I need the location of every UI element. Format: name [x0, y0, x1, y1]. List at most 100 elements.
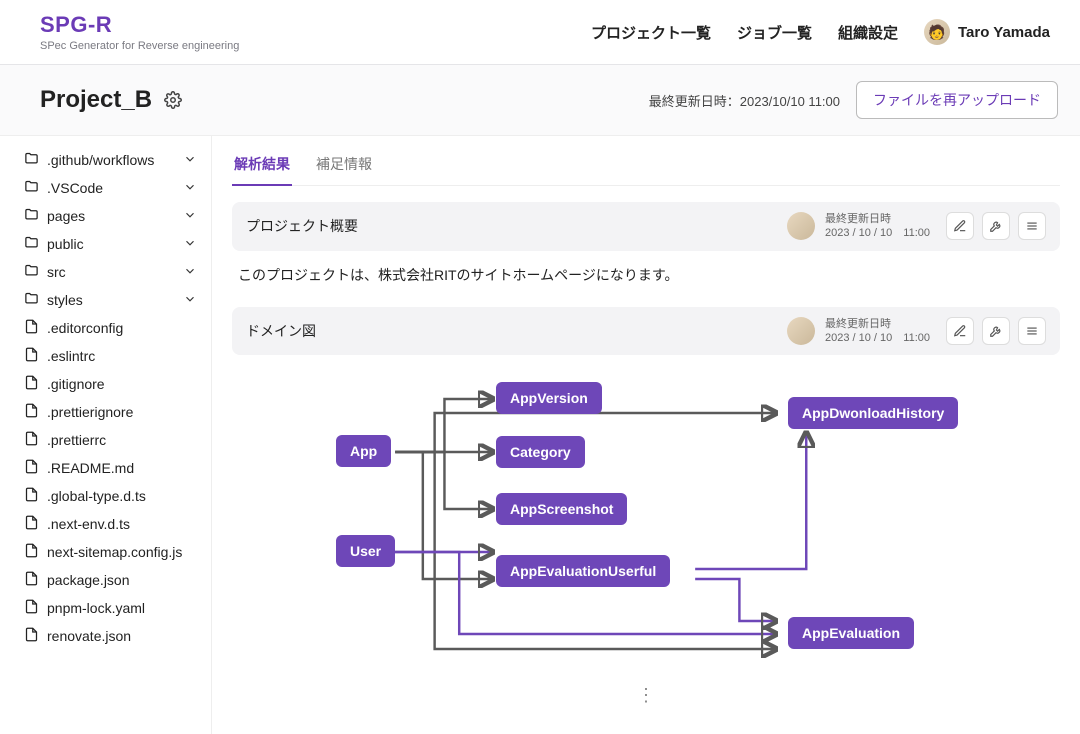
folder-icon	[24, 235, 39, 253]
file-icon	[24, 543, 39, 561]
sidebar-file[interactable]: renovate.json	[24, 622, 197, 650]
folder-icon	[24, 207, 39, 225]
sidebar-file[interactable]: .eslintrc	[24, 342, 197, 370]
avatar-icon: 🧑	[924, 19, 950, 45]
tabs: 解析結果 補足情報	[232, 148, 1060, 186]
chevron-down-icon	[183, 180, 197, 197]
card-meta: 最終更新日時 2023 / 10 / 10 11:00	[825, 212, 930, 241]
chevron-down-icon	[183, 208, 197, 225]
card-meta: 最終更新日時 2023 / 10 / 10 11:00	[825, 317, 930, 346]
file-icon	[24, 459, 39, 477]
sidebar-item-label: .VSCode	[47, 180, 175, 196]
node-app[interactable]: App	[336, 435, 391, 467]
chevron-down-icon	[183, 236, 197, 253]
file-icon	[24, 571, 39, 589]
sidebar-file[interactable]: .README.md	[24, 454, 197, 482]
sidebar-file[interactable]: .gitignore	[24, 370, 197, 398]
sidebar-file[interactable]: .global-type.d.ts	[24, 482, 197, 510]
node-appevaluation[interactable]: AppEvaluation	[788, 617, 914, 649]
tab-results[interactable]: 解析結果	[232, 148, 292, 186]
edit-icon[interactable]	[946, 317, 974, 345]
header: SPG-R SPec Generator for Reverse enginee…	[0, 0, 1080, 65]
sidebar-file[interactable]: pnpm-lock.yaml	[24, 594, 197, 622]
nav-jobs[interactable]: ジョブ一覧	[737, 22, 812, 43]
sidebar-item-label: pnpm-lock.yaml	[47, 600, 197, 616]
sidebar-item-label: src	[47, 264, 175, 280]
main: 解析結果 補足情報 プロジェクト概要 最終更新日時 2023 / 10 / 10…	[212, 136, 1080, 734]
node-user[interactable]: User	[336, 535, 395, 567]
sidebar-folder[interactable]: src	[24, 258, 197, 286]
nav-org[interactable]: 組織設定	[838, 22, 898, 43]
menu-icon[interactable]	[1018, 212, 1046, 240]
file-icon	[24, 319, 39, 337]
file-icon	[24, 403, 39, 421]
top-nav: プロジェクト一覧 ジョブ一覧 組織設定 🧑 Taro Yamada	[591, 19, 1050, 45]
sidebar-folder[interactable]: .VSCode	[24, 174, 197, 202]
chevron-down-icon	[183, 152, 197, 169]
sidebar-item-label: .editorconfig	[47, 320, 197, 336]
edit-icon[interactable]	[946, 212, 974, 240]
nav-projects[interactable]: プロジェクト一覧	[591, 22, 711, 43]
avatar-icon	[787, 317, 815, 345]
file-icon	[24, 431, 39, 449]
brand: SPG-R SPec Generator for Reverse enginee…	[40, 12, 239, 52]
sidebar-item-label: renovate.json	[47, 628, 197, 644]
file-icon	[24, 515, 39, 533]
file-icon	[24, 375, 39, 393]
sidebar-file[interactable]: .prettierrc	[24, 426, 197, 454]
card-overview-body: このプロジェクトは、株式会社RITのサイトホームページになります。	[232, 251, 1060, 289]
sidebar-item-label: .github/workflows	[47, 152, 175, 168]
sidebar-item-label: .prettierrc	[47, 432, 197, 448]
folder-icon	[24, 179, 39, 197]
node-appscreenshot[interactable]: AppScreenshot	[496, 493, 627, 525]
sidebar-file[interactable]: .next-env.d.ts	[24, 510, 197, 538]
sidebar-file[interactable]: .editorconfig	[24, 314, 197, 342]
brand-name: SPG-R	[40, 12, 239, 38]
sidebar-item-label: .README.md	[47, 460, 197, 476]
card-overview: プロジェクト概要 最終更新日時 2023 / 10 / 10 11:00 このプ…	[232, 202, 1060, 289]
sidebar-folder[interactable]: .github/workflows	[24, 146, 197, 174]
card-overview-title: プロジェクト概要	[246, 216, 358, 236]
card-domain-title: ドメイン図	[246, 321, 316, 341]
node-appversion[interactable]: AppVersion	[496, 382, 602, 414]
sidebar: .github/workflows .VSCode pages public src st…	[0, 136, 212, 734]
sidebar-item-label: .gitignore	[47, 376, 197, 392]
folder-icon	[24, 263, 39, 281]
sidebar-item-label: .prettierignore	[47, 404, 197, 420]
sidebar-item-label: .eslintrc	[47, 348, 197, 364]
folder-icon	[24, 291, 39, 309]
tool-icon[interactable]	[982, 212, 1010, 240]
sidebar-item-label: next-sitemap.config.js	[47, 544, 197, 560]
sidebar-folder[interactable]: styles	[24, 286, 197, 314]
file-icon	[24, 347, 39, 365]
sidebar-file[interactable]: package.json	[24, 566, 197, 594]
page-title: Project_B	[40, 86, 152, 114]
menu-icon[interactable]	[1018, 317, 1046, 345]
tab-supplement[interactable]: 補足情報	[314, 148, 374, 185]
avatar-icon	[787, 212, 815, 240]
reupload-button[interactable]: ファイルを再アップロード	[856, 81, 1058, 119]
brand-tagline: SPec Generator for Reverse engineering	[40, 40, 239, 52]
sidebar-item-label: package.json	[47, 572, 197, 588]
sidebar-file[interactable]: next-sitemap.config.js	[24, 538, 197, 566]
node-appevaluationuserful[interactable]: AppEvaluationUserful	[496, 555, 670, 587]
domain-diagram: App User AppVersion Category AppScreensh…	[238, 369, 1054, 689]
sidebar-item-label: pages	[47, 208, 175, 224]
chevron-down-icon	[183, 292, 197, 309]
user-name: Taro Yamada	[958, 24, 1050, 41]
file-icon	[24, 599, 39, 617]
gear-icon[interactable]	[164, 91, 182, 109]
sidebar-item-label: .next-env.d.ts	[47, 516, 197, 532]
sidebar-folder[interactable]: public	[24, 230, 197, 258]
user-menu[interactable]: 🧑 Taro Yamada	[924, 19, 1050, 45]
lastmod-label: 最終更新日時：2023/10/10 11:00	[649, 91, 840, 110]
node-category[interactable]: Category	[496, 436, 585, 468]
sidebar-folder[interactable]: pages	[24, 202, 197, 230]
tool-icon[interactable]	[982, 317, 1010, 345]
file-icon	[24, 487, 39, 505]
chevron-down-icon	[183, 264, 197, 281]
sidebar-item-label: .global-type.d.ts	[47, 488, 197, 504]
card-domain: ドメイン図 最終更新日時 2023 / 10 / 10 11:00	[232, 307, 1060, 711]
node-appdownloadhistory[interactable]: AppDwonloadHistory	[788, 397, 958, 429]
sidebar-file[interactable]: .prettierignore	[24, 398, 197, 426]
